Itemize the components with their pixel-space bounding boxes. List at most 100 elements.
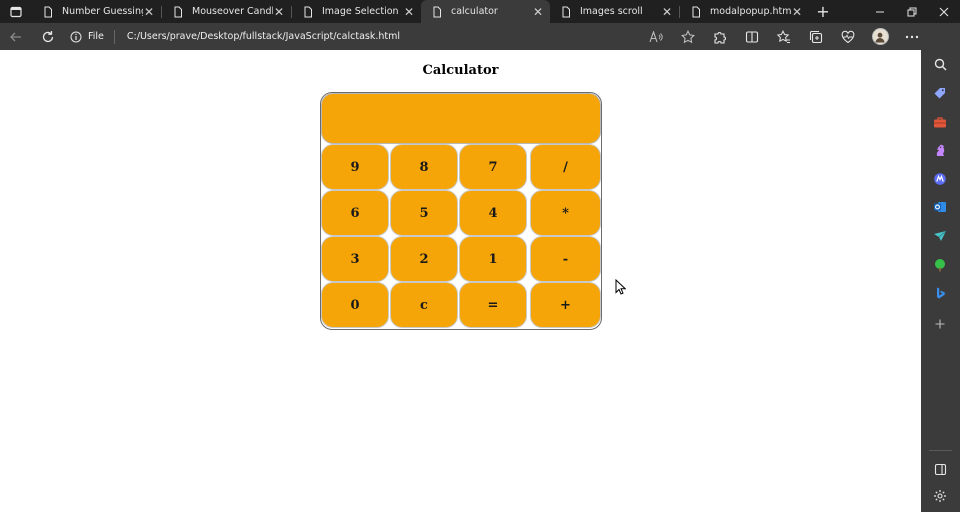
sidebar-panel-icon — [934, 463, 946, 475]
key-6[interactable]: 6 — [321, 190, 389, 236]
tag-icon — [934, 88, 945, 99]
close-tab-icon[interactable]: ✕ — [403, 5, 415, 19]
outlook-icon — [934, 202, 946, 212]
key-divide[interactable]: / — [530, 144, 601, 190]
sidebar-settings-button[interactable] — [930, 486, 950, 506]
page-icon — [433, 6, 441, 17]
collections-button[interactable] — [800, 23, 832, 50]
sidebar-divider — [929, 450, 952, 451]
refresh-button[interactable] — [32, 23, 64, 50]
close-tab-icon[interactable]: ✕ — [532, 5, 544, 19]
tab-title: Number Guessing Gam — [62, 6, 143, 17]
page-icon — [304, 6, 312, 17]
tab-number-guessing[interactable]: Number Guessing Gam ✕ — [32, 0, 161, 23]
site-info-button[interactable]: File — [70, 29, 115, 44]
tab-title: Image Selection — [322, 6, 399, 17]
minimize-button[interactable] — [864, 0, 896, 23]
refresh-icon — [42, 30, 54, 42]
collections-icon — [809, 30, 823, 43]
close-tab-icon[interactable]: ✕ — [143, 5, 155, 19]
restore-button[interactable] — [896, 0, 928, 23]
minimize-icon — [876, 11, 884, 12]
tab-title: modalpopup.html — [710, 6, 791, 17]
key-1[interactable]: 1 — [459, 236, 527, 282]
close-icon — [939, 7, 949, 16]
sidebar-shopping-button[interactable] — [930, 83, 950, 103]
page-icon — [692, 6, 700, 17]
sidebar-drop-button[interactable] — [930, 226, 950, 246]
extensions-button[interactable] — [704, 23, 736, 50]
url-text: C:/Users/prave/Desktop/fullstack/JavaScr… — [126, 31, 400, 42]
page-icon — [562, 6, 570, 17]
star-icon — [681, 29, 695, 43]
key-9[interactable]: 9 — [321, 144, 389, 190]
info-icon — [70, 31, 82, 42]
edge-sidebar — [921, 23, 960, 512]
calculator-display[interactable] — [321, 93, 601, 144]
toolbar-right — [640, 23, 960, 50]
split-screen-button[interactable] — [736, 23, 768, 50]
bing-icon — [937, 287, 945, 299]
sidebar-m365-button[interactable] — [930, 169, 950, 189]
tab-images-scroll[interactable]: Images scroll ✕ — [550, 0, 679, 23]
puzzle-icon — [714, 31, 726, 44]
key-7[interactable]: 7 — [459, 144, 527, 190]
user-icon — [875, 32, 885, 42]
favorite-button[interactable] — [672, 23, 704, 50]
key-5[interactable]: 5 — [390, 190, 458, 236]
tab-calculator[interactable]: calculator ✕ — [421, 0, 550, 23]
tab-mouseover-candle[interactable]: Mouseover Candle ✕ — [162, 0, 291, 23]
sidebar-tree-button[interactable] — [930, 255, 950, 275]
new-tab-button[interactable]: + — [809, 0, 837, 23]
sidebar-add-button[interactable] — [930, 314, 950, 334]
key-8[interactable]: 8 — [390, 144, 458, 190]
m365-icon — [934, 173, 946, 185]
scheme-label: File — [88, 31, 104, 42]
tab-actions-icon — [10, 6, 22, 17]
key-multiply[interactable]: * — [530, 190, 601, 236]
sidebar-hide-button[interactable] — [930, 459, 950, 479]
window-controls — [864, 0, 960, 23]
profile-button[interactable] — [864, 23, 896, 50]
tab-title: Images scroll — [580, 6, 643, 17]
tab-actions-button[interactable] — [0, 0, 32, 23]
navigation-bar: File C:/Users/prave/Desktop/fullstack/Ja… — [0, 23, 960, 50]
favorites-button[interactable] — [768, 23, 800, 50]
mouse-cursor-icon — [615, 279, 626, 295]
browser-essentials-button[interactable] — [832, 23, 864, 50]
close-tab-icon[interactable]: ✕ — [791, 5, 803, 19]
avatar — [871, 28, 889, 45]
sidebar-outlook-button[interactable] — [930, 197, 950, 217]
page-icon — [44, 6, 52, 17]
key-3[interactable]: 3 — [321, 236, 389, 282]
key-2[interactable]: 2 — [390, 236, 458, 282]
key-subtract[interactable]: - — [530, 236, 601, 282]
tab-modalpopup[interactable]: modalpopup.html ✕ — [680, 0, 809, 23]
close-window-button[interactable] — [928, 0, 960, 23]
paper-plane-icon — [934, 230, 947, 241]
page-title: Calculator — [422, 63, 499, 78]
back-button[interactable] — [0, 23, 32, 50]
page-content: Calculator 9 8 7 / 6 5 4 * 3 2 1 - 0 c =… — [0, 50, 921, 512]
key-clear[interactable]: c — [390, 282, 458, 328]
heart-pulse-icon — [841, 30, 855, 43]
key-add[interactable]: + — [530, 282, 601, 328]
key-4[interactable]: 4 — [459, 190, 527, 236]
restore-icon — [907, 7, 917, 16]
tab-title: Mouseover Candle — [192, 6, 273, 17]
calculator: 9 8 7 / 6 5 4 * 3 2 1 - 0 c = + — [320, 92, 602, 330]
address-bar[interactable]: File C:/Users/prave/Desktop/fullstack/Ja… — [70, 26, 638, 48]
favorites-icon — [777, 29, 790, 43]
sidebar-games-button[interactable] — [930, 140, 950, 160]
sidebar-bing-button[interactable] — [930, 283, 950, 303]
close-tab-icon[interactable]: ✕ — [273, 5, 285, 19]
key-0[interactable]: 0 — [321, 282, 389, 328]
key-equals[interactable]: = — [459, 282, 527, 328]
close-tab-icon[interactable]: ✕ — [661, 5, 673, 19]
gear-icon — [934, 490, 946, 502]
read-aloud-button[interactable] — [640, 23, 672, 50]
tab-image-selection[interactable]: Image Selection ✕ — [292, 0, 421, 23]
sidebar-search-button[interactable] — [930, 54, 950, 74]
tab-bar: Number Guessing Gam ✕ Mouseover Candle ✕… — [0, 0, 960, 23]
sidebar-tools-button[interactable] — [930, 112, 950, 132]
